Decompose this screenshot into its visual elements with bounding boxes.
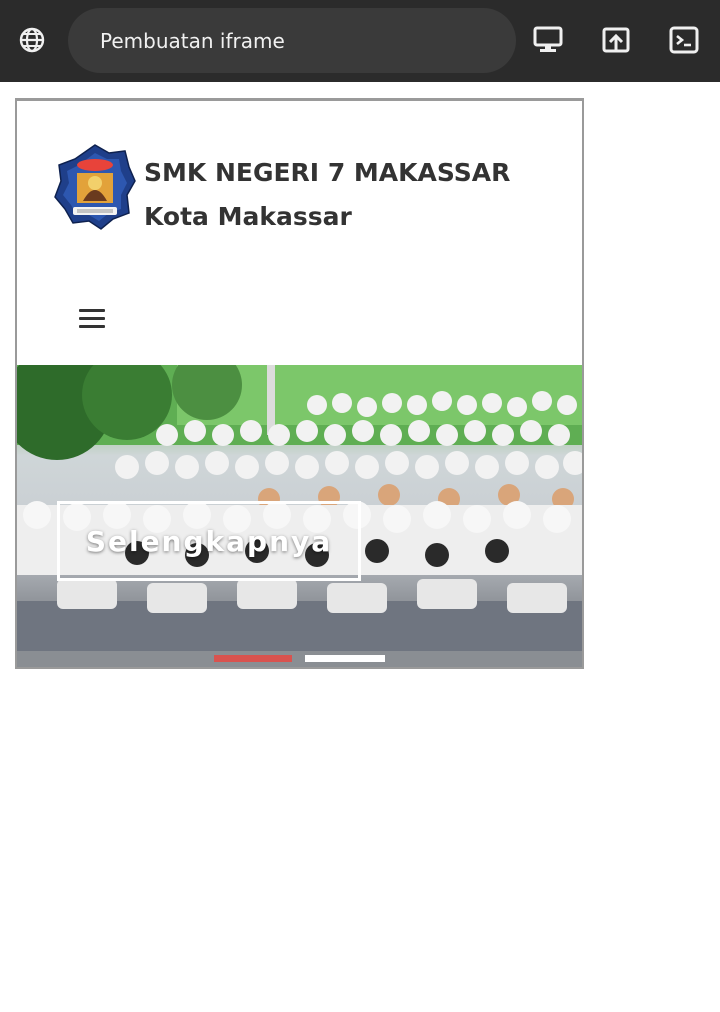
school-name-block: SMK NEGERI 7 MAKASSAR Kota Makassar bbox=[144, 151, 510, 239]
slide-indicator-1[interactable] bbox=[214, 655, 292, 662]
site-header: SMK NEGERI 7 MAKASSAR Kota Makassar bbox=[17, 101, 582, 365]
browser-toolbar: Pembuatan iframe bbox=[0, 0, 720, 82]
open-in-new-icon[interactable] bbox=[598, 22, 634, 58]
url-bar[interactable]: Pembuatan iframe bbox=[68, 8, 516, 73]
menu-line bbox=[79, 309, 105, 312]
school-logo[interactable] bbox=[53, 143, 137, 231]
school-name: SMK NEGERI 7 MAKASSAR bbox=[144, 158, 511, 187]
console-icon[interactable] bbox=[666, 22, 702, 58]
menu-line bbox=[79, 325, 105, 328]
slide-indicator-2[interactable] bbox=[305, 655, 385, 662]
hero-slider[interactable]: Selengkapnya bbox=[17, 365, 582, 667]
desktop-icon[interactable] bbox=[530, 22, 566, 58]
page-title: Pembuatan iframe bbox=[100, 28, 285, 53]
iframe-preview: SMK NEGERI 7 MAKASSAR Kota Makassar Sele… bbox=[15, 98, 584, 669]
hamburger-menu-icon[interactable] bbox=[79, 306, 107, 330]
school-city: Kota Makassar bbox=[144, 202, 352, 231]
selengkapnya-button[interactable]: Selengkapnya bbox=[57, 501, 361, 581]
menu-line bbox=[79, 317, 105, 320]
globe-icon[interactable] bbox=[14, 22, 50, 58]
